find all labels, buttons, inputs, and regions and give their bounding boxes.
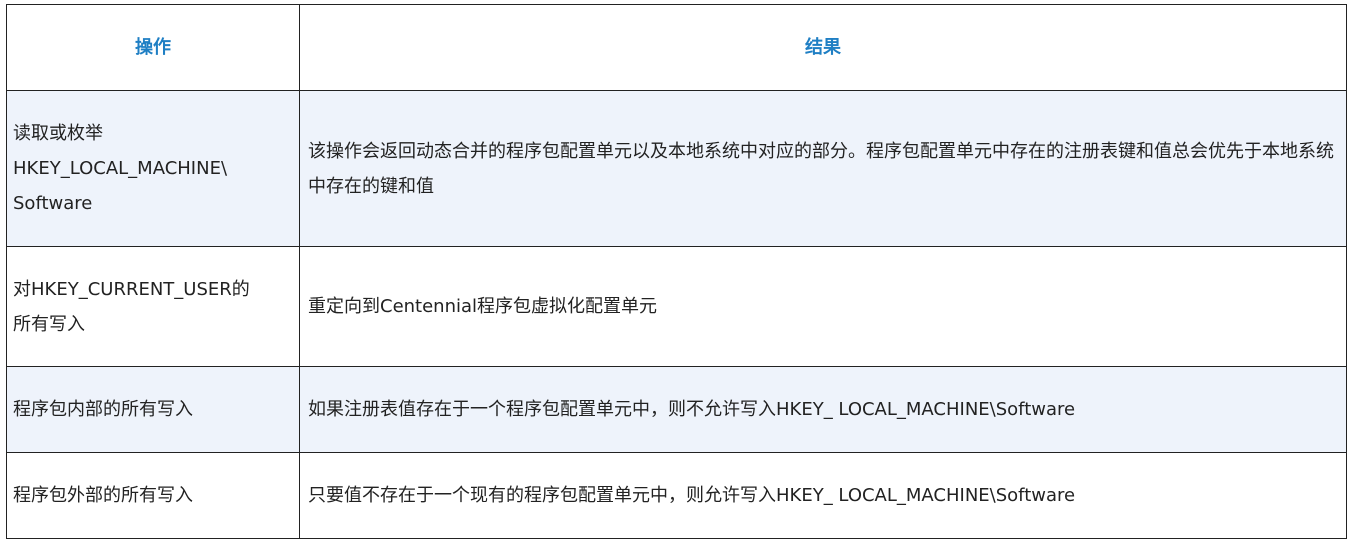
- operation-line: Software: [13, 193, 93, 214]
- operation-line: 读取或枚举: [13, 123, 103, 144]
- operation-cell: 读取或枚举 HKEY_LOCAL_MACHINE\ Software: [6, 90, 300, 247]
- registry-behavior-table-container: 操作 结果 读取或枚举 HKEY_LOCAL_MACHINE\ Software…: [6, 4, 1347, 539]
- operation-cell: 程序包外部的所有写入: [6, 452, 300, 539]
- header-operation: 操作: [6, 4, 300, 91]
- operation-line: 程序包外部的所有写入: [13, 485, 193, 506]
- table-row: 程序包外部的所有写入 只要值不存在于一个现有的程序包配置单元中，则允许写入HKE…: [6, 452, 1347, 539]
- result-cell: 只要值不存在于一个现有的程序包配置单元中，则允许写入HKEY_ LOCAL_MA…: [299, 452, 1347, 539]
- result-cell: 该操作会返回动态合并的程序包配置单元以及本地系统中对应的部分。程序包配置单元中存…: [299, 90, 1347, 247]
- header-result: 结果: [299, 4, 1347, 91]
- result-cell: 如果注册表值存在于一个程序包配置单元中，则不允许写入HKEY_ LOCAL_MA…: [299, 366, 1347, 453]
- operation-line: 对HKEY_CURRENT_USER的: [13, 278, 250, 300]
- table-row: 程序包内部的所有写入 如果注册表值存在于一个程序包配置单元中，则不允许写入HKE…: [6, 366, 1347, 453]
- operation-cell: 对HKEY_CURRENT_USER的 所有写入: [6, 246, 300, 367]
- table-header-row: 操作 结果: [6, 4, 1347, 91]
- table-row: 读取或枚举 HKEY_LOCAL_MACHINE\ Software 该操作会返…: [6, 90, 1347, 247]
- operation-line: 程序包内部的所有写入: [13, 399, 193, 420]
- result-cell: 重定向到Centennial程序包虚拟化配置单元: [299, 246, 1347, 367]
- operation-line: HKEY_LOCAL_MACHINE\: [13, 158, 228, 179]
- registry-behavior-table: 操作 结果 读取或枚举 HKEY_LOCAL_MACHINE\ Software…: [6, 4, 1347, 539]
- operation-cell: 程序包内部的所有写入: [6, 366, 300, 453]
- operation-line: 所有写入: [13, 313, 85, 335]
- table-row: 对HKEY_CURRENT_USER的 所有写入 重定向到Centennial程…: [6, 246, 1347, 367]
